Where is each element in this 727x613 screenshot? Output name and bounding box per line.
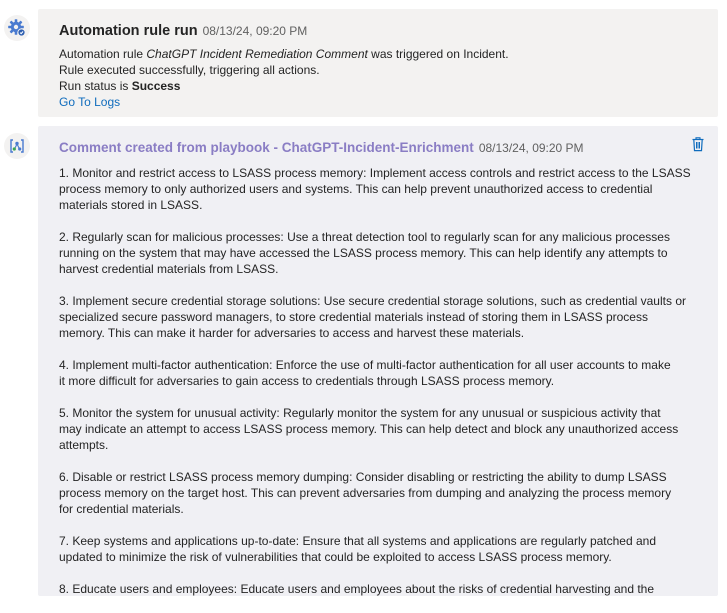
rule-name: ChatGPT Incident Remediation Comment [146, 47, 368, 61]
automation-run-card: Automation rule run 08/13/24, 09:20 PM Au… [38, 9, 718, 117]
automation-avatar [4, 15, 30, 41]
comment-line: updated to minimize the risk of vulnerab… [59, 550, 612, 564]
comment-line: specialized secure password managers, to… [59, 310, 648, 324]
trash-icon[interactable] [691, 136, 705, 152]
comment-line: 6. Disable or restrict LSASS process mem… [59, 470, 667, 484]
run-status-text: Run status is Success [59, 79, 181, 93]
playbook-avatar [4, 133, 30, 159]
comment-line: for credential materials. [59, 502, 184, 516]
comment-line: 1. Monitor and restrict access to LSASS … [59, 166, 691, 180]
run-trigger-text: Automation rule ChatGPT Incident Remedia… [59, 47, 509, 61]
comment-line: harvest credential materials from LSASS. [59, 262, 279, 276]
comment-paragraph: 7. Keep systems and applications up-to-d… [59, 533, 690, 565]
comment-line: may indicate an attempt to access LSASS … [59, 422, 679, 436]
comment-paragraph: 8. Educate users and employees: Educate … [59, 581, 690, 597]
comment-paragraph: 1. Monitor and restrict access to LSASS … [59, 165, 691, 213]
comment-paragraph: 5. Monitor the system for unusual activi… [59, 405, 690, 453]
comment-line: it more difficult for adversaries to gai… [59, 374, 555, 388]
comment-body: 1. Monitor and restrict access to LSASS … [59, 165, 691, 597]
comment-line: process memory on the target host. This … [59, 486, 672, 500]
comment-line: 2. Regularly scan for malicious processe… [59, 230, 670, 244]
run-status-value: Success [131, 79, 181, 93]
comment-line: 8. Educate users and employees: Educate … [59, 582, 655, 596]
comment-line: 7. Keep systems and applications up-to-d… [59, 534, 657, 548]
gear-icon [8, 19, 26, 37]
comment-line: process memory to only authorized users … [59, 182, 653, 196]
comment-line: attempts. [59, 438, 109, 452]
comment-paragraph: 6. Disable or restrict LSASS process mem… [59, 469, 690, 517]
comment-line: 4. Implement multi-factor authentication… [59, 358, 671, 372]
go-to-logs-link[interactable]: Go To Logs [59, 94, 708, 110]
comment-timestamp: 08/13/24, 09:20 PM [478, 141, 584, 155]
comment-line: memory. This can make it harder for adve… [59, 326, 525, 340]
run-title: Automation rule run [59, 23, 198, 39]
comment-title: Comment created from playbook - ChatGPT-… [59, 140, 474, 155]
comment-line: materials stored in LSASS. [59, 198, 203, 212]
run-result-text: Rule executed successfully, triggering a… [59, 63, 320, 77]
playbook-icon [10, 139, 24, 153]
playbook-comment-card: Comment created from playbook - ChatGPT-… [38, 126, 718, 596]
comment-line: 5. Monitor the system for unusual activi… [59, 406, 661, 420]
comment-line: running on the system that may have acce… [59, 246, 668, 260]
comment-line: 3. Implement secure credential storage s… [59, 294, 686, 308]
comment-paragraph: 3. Implement secure credential storage s… [59, 293, 690, 341]
run-timestamp: 08/13/24, 09:20 PM [202, 24, 308, 38]
comment-paragraph: 4. Implement multi-factor authentication… [59, 357, 690, 389]
comment-paragraph: 2. Regularly scan for malicious processe… [59, 229, 690, 277]
